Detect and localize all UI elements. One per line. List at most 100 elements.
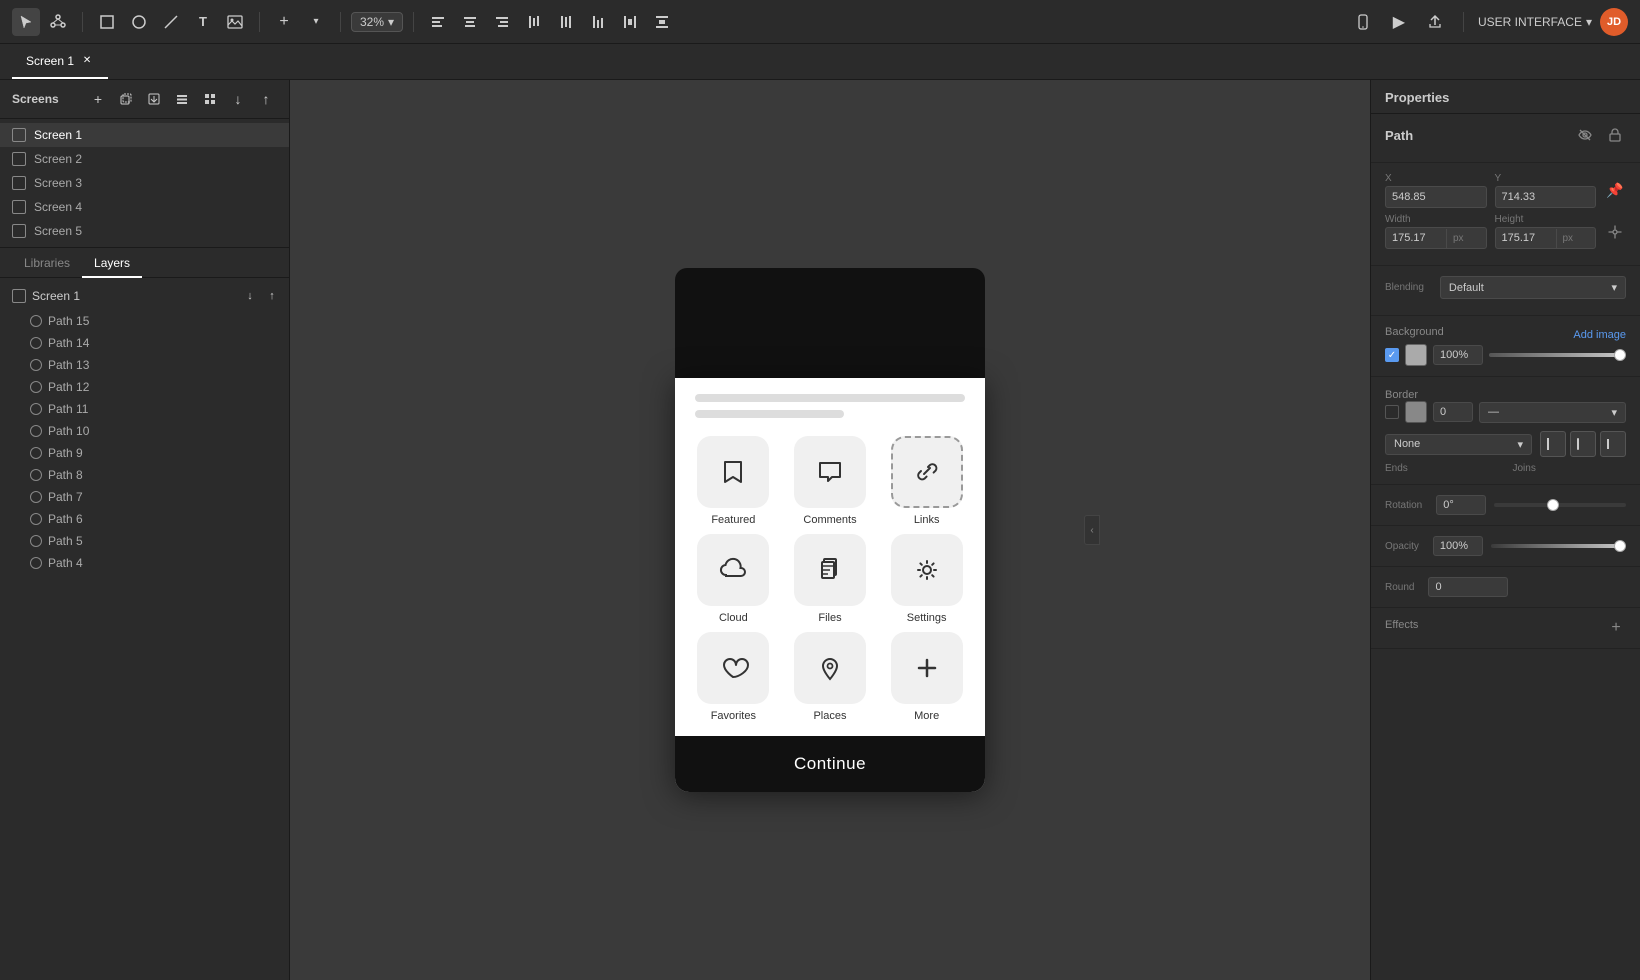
icon-cell-places[interactable]: Places	[786, 632, 875, 722]
layer-item-path15[interactable]: Path 15	[0, 310, 289, 332]
icon-cell-more[interactable]: More	[882, 632, 971, 722]
none-select[interactable]: None ▾	[1385, 434, 1532, 455]
play-btn[interactable]: ▶	[1385, 8, 1413, 36]
duplicate-screen-btn[interactable]	[115, 88, 137, 110]
icon-cell-comments[interactable]: Comments	[786, 436, 875, 526]
border-checkbox[interactable]	[1385, 405, 1399, 419]
component-tool[interactable]	[44, 8, 72, 36]
panel-collapse-btn[interactable]: ‹	[1084, 515, 1100, 545]
screen-item-1[interactable]: Screen 1	[0, 123, 289, 147]
layers-tab[interactable]: Layers	[82, 248, 142, 278]
bg-opacity-input[interactable]	[1433, 345, 1483, 365]
layer-item-path7[interactable]: Path 7	[0, 486, 289, 508]
screen-item-4[interactable]: Screen 4	[0, 195, 289, 219]
zoom-control[interactable]: 32% ▾	[351, 12, 403, 32]
icon-cell-cloud[interactable]: Cloud	[689, 534, 778, 624]
layer-sort-down[interactable]: ↓	[241, 287, 259, 305]
tab-close-btn[interactable]: ✕	[80, 54, 94, 68]
stroke-btn-3[interactable]	[1600, 431, 1626, 457]
stroke-section: None ▾	[1385, 431, 1626, 474]
select-tool[interactable]	[12, 8, 40, 36]
add-caret[interactable]: ▾	[302, 8, 330, 36]
add-image-btn[interactable]: Add image	[1573, 329, 1626, 341]
blending-select[interactable]: Default ▾	[1440, 276, 1626, 299]
user-avatar[interactable]: JD	[1600, 8, 1628, 36]
image-tool[interactable]	[221, 8, 249, 36]
sort-down-btn[interactable]: ↓	[227, 88, 249, 110]
icon-cell-links[interactable]: Links	[882, 436, 971, 526]
layer-group-screen1[interactable]: Screen 1 ↓ ↑	[0, 282, 289, 310]
icon-cell-featured[interactable]: Featured	[689, 436, 778, 526]
layer-item-path4[interactable]: Path 4	[0, 552, 289, 574]
layer-sort-up[interactable]: ↑	[263, 287, 281, 305]
stroke-btn-1[interactable]	[1540, 431, 1566, 457]
bg-opacity-slider[interactable]	[1489, 353, 1626, 357]
continue-button[interactable]: Continue	[675, 736, 985, 792]
project-name[interactable]: USER INTERFACE ▾	[1478, 15, 1592, 29]
tab-screen1[interactable]: Screen 1 ✕	[12, 44, 108, 79]
layer-item-path12[interactable]: Path 12	[0, 376, 289, 398]
bg-color-swatch[interactable]	[1405, 344, 1427, 366]
height-field: Height px	[1495, 214, 1597, 249]
round-input[interactable]	[1428, 577, 1508, 597]
align-bottom-btn[interactable]	[584, 8, 612, 36]
text-tool[interactable]: T	[189, 8, 217, 36]
border-size-input[interactable]	[1433, 402, 1473, 422]
layer-item-path9[interactable]: Path 9	[0, 442, 289, 464]
add-effect-btn[interactable]: +	[1606, 618, 1626, 638]
screen-item-3[interactable]: Screen 3	[0, 171, 289, 195]
icon-cell-files[interactable]: Files	[786, 534, 875, 624]
layer-item-path10[interactable]: Path 10	[0, 420, 289, 442]
import-screen-btn[interactable]	[143, 88, 165, 110]
layer-item-path5[interactable]: Path 5	[0, 530, 289, 552]
lock-toggle[interactable]	[1604, 124, 1626, 146]
rect-tool[interactable]	[93, 8, 121, 36]
mobile-preview-btn[interactable]	[1349, 8, 1377, 36]
x-input[interactable]	[1385, 186, 1487, 208]
rotation-slider[interactable]	[1494, 503, 1626, 507]
pin-btn[interactable]: 📌	[1604, 180, 1626, 202]
lock-aspect-btn[interactable]	[1604, 221, 1626, 243]
bg-checkbox[interactable]: ✓	[1385, 348, 1399, 362]
stroke-btn-2[interactable]	[1570, 431, 1596, 457]
border-color-swatch[interactable]	[1405, 401, 1427, 423]
width-input[interactable]	[1386, 228, 1446, 248]
ellipse-tool[interactable]	[125, 8, 153, 36]
align-left-btn[interactable]	[424, 8, 452, 36]
rotation-input[interactable]	[1436, 495, 1486, 515]
opacity-slider[interactable]	[1491, 544, 1626, 548]
y-input[interactable]	[1495, 186, 1597, 208]
align-spaceh-btn[interactable]	[616, 8, 644, 36]
share-btn[interactable]	[1421, 8, 1449, 36]
left-sidebar: Screens + ↓ ↑	[0, 80, 290, 980]
align-center-btn[interactable]	[456, 8, 484, 36]
opacity-input[interactable]	[1433, 536, 1483, 556]
align-vcenter-btn[interactable]	[552, 8, 580, 36]
screens-title: Screens	[12, 92, 59, 106]
icon-cell-favorites[interactable]: Favorites	[689, 632, 778, 722]
layer-item-path8[interactable]: Path 8	[0, 464, 289, 486]
border-style-select[interactable]: — ▾	[1479, 402, 1626, 423]
canvas-area[interactable]: Featured Comments	[290, 80, 1370, 980]
screen-item-5[interactable]: Screen 5	[0, 219, 289, 243]
add-screen-btn[interactable]: +	[87, 88, 109, 110]
blending-row: Blending Default ▾	[1385, 276, 1626, 299]
line-tool[interactable]	[157, 8, 185, 36]
libraries-tab[interactable]: Libraries	[12, 248, 82, 278]
layer-item-path14[interactable]: Path 14	[0, 332, 289, 354]
layer-item-path13[interactable]: Path 13	[0, 354, 289, 376]
align-right-btn[interactable]	[488, 8, 516, 36]
add-tool[interactable]: +	[270, 8, 298, 36]
layer-item-path11[interactable]: Path 11	[0, 398, 289, 420]
height-input[interactable]	[1496, 228, 1556, 248]
visibility-toggle[interactable]	[1574, 124, 1596, 146]
x-label: X	[1385, 173, 1487, 184]
icon-cell-settings[interactable]: Settings	[882, 534, 971, 624]
layer-item-path6[interactable]: Path 6	[0, 508, 289, 530]
screen-item-2[interactable]: Screen 2	[0, 147, 289, 171]
align-top-btn[interactable]	[520, 8, 548, 36]
list-view-btn[interactable]	[171, 88, 193, 110]
sort-up-btn[interactable]: ↑	[255, 88, 277, 110]
align-spacev-btn[interactable]	[648, 8, 676, 36]
grid-view-btn[interactable]	[199, 88, 221, 110]
